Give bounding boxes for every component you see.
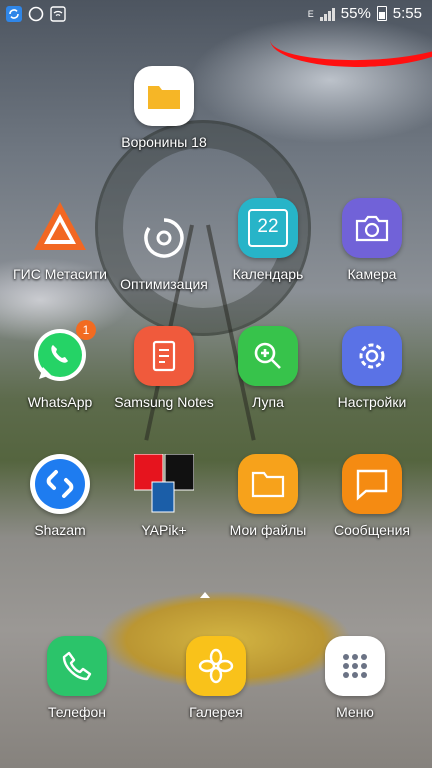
app-label: Shazam bbox=[34, 522, 86, 538]
calendar-day: 22 bbox=[248, 209, 288, 247]
dock-phone[interactable]: Телефон bbox=[27, 636, 127, 721]
app-label: Телефон bbox=[47, 704, 107, 720]
whatsapp-icon: 1 bbox=[30, 320, 96, 386]
notes-icon bbox=[134, 326, 194, 386]
app-label: ГИС Метасити bbox=[13, 266, 107, 282]
camera-icon bbox=[342, 198, 402, 258]
app-label: Меню bbox=[336, 704, 374, 720]
app-whatsapp[interactable]: 1 WhatsApp bbox=[10, 320, 110, 411]
folder-icon bbox=[238, 454, 298, 514]
app-my-files[interactable]: Мои файлы bbox=[218, 454, 318, 539]
app-label: Камера bbox=[347, 266, 397, 282]
app-label: Воронины 18 bbox=[121, 134, 207, 150]
app-label: Мои файлы bbox=[229, 522, 307, 538]
magnifier-icon bbox=[238, 326, 298, 386]
app-yapik[interactable]: YAPik+ bbox=[114, 454, 214, 539]
app-label: Галерея bbox=[189, 704, 243, 720]
dock-menu[interactable]: Меню bbox=[305, 636, 405, 721]
app-magnifier[interactable]: Лупа bbox=[218, 326, 318, 411]
app-shazam[interactable]: Shazam bbox=[10, 454, 110, 539]
whatsapp-notification-icon bbox=[28, 6, 44, 22]
wifi-box-icon bbox=[50, 6, 66, 22]
shazam-icon bbox=[30, 454, 90, 514]
app-optimization[interactable]: Оптимизация bbox=[114, 208, 214, 293]
notification-icons bbox=[6, 6, 66, 22]
gear-icon bbox=[342, 326, 402, 386]
app-messages[interactable]: Сообщения bbox=[322, 454, 422, 539]
app-label: Оптимизация bbox=[120, 276, 208, 292]
app-gis-metasiti[interactable]: ГИС Метасити bbox=[10, 198, 110, 283]
phone-icon bbox=[47, 636, 107, 696]
app-calendar[interactable]: 22 Календарь bbox=[218, 198, 318, 283]
calendar-icon: 22 bbox=[238, 198, 298, 258]
app-label: Настройки bbox=[337, 394, 407, 410]
flower-icon bbox=[186, 636, 246, 696]
app-voronin-folder[interactable]: Воронины 18 bbox=[114, 66, 214, 151]
gis-logo-icon bbox=[30, 198, 90, 258]
optimization-icon bbox=[134, 208, 194, 268]
app-label: Календарь bbox=[232, 266, 304, 282]
app-label: WhatsApp bbox=[27, 394, 93, 410]
app-label: YAPik+ bbox=[141, 522, 187, 538]
app-camera[interactable]: Камера bbox=[322, 198, 422, 283]
app-label: Samsung Notes bbox=[114, 394, 214, 410]
app-label: Сообщения bbox=[334, 522, 410, 538]
app-settings[interactable]: Настройки bbox=[322, 326, 422, 411]
notification-badge: 1 bbox=[76, 320, 96, 340]
yapik-icon bbox=[134, 454, 194, 514]
app-grid-icon bbox=[325, 636, 385, 696]
sync-icon bbox=[6, 6, 22, 22]
home-page-indicator-icon bbox=[200, 592, 210, 598]
app-samsung-notes[interactable]: Samsung Notes bbox=[114, 326, 214, 411]
app-label: Лупа bbox=[252, 394, 284, 410]
folder-icon bbox=[134, 66, 194, 126]
message-bubble-icon bbox=[342, 454, 402, 514]
dock-gallery[interactable]: Галерея bbox=[166, 636, 266, 721]
